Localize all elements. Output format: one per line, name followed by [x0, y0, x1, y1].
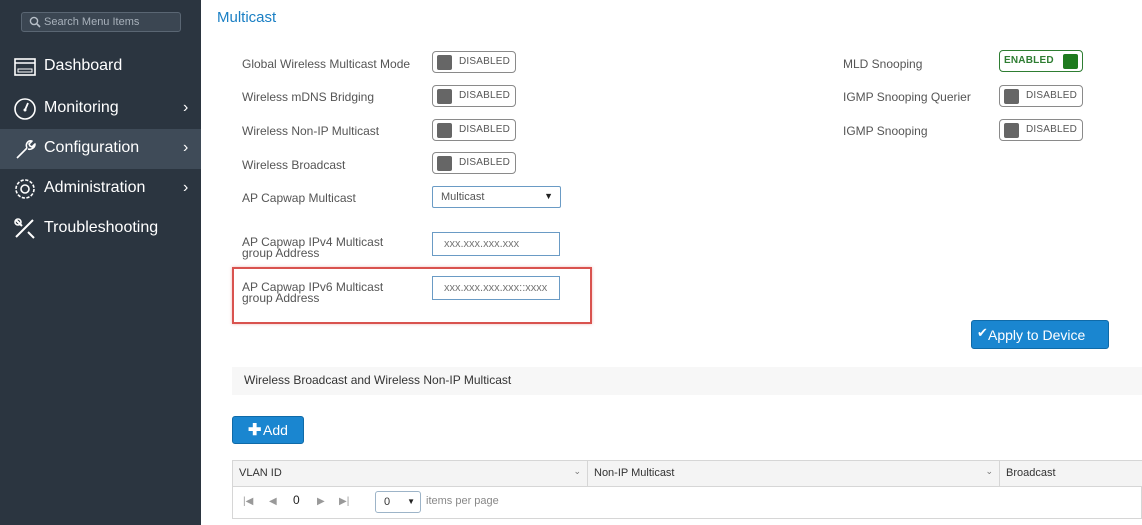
chevron-right-icon: › [183, 99, 189, 116]
column-title: Non-IP Multicast [594, 467, 675, 479]
current-page: 0 [293, 493, 300, 507]
section-header: Wireless Broadcast and Wireless Non-IP M… [232, 367, 1142, 395]
tools-icon [14, 218, 35, 239]
ap-capwap-multicast-select[interactable]: Multicast ▼ [432, 186, 561, 208]
label-line: group Address [242, 291, 320, 305]
button-label: Add [263, 422, 288, 438]
sort-chevron-icon: ⌄ [985, 466, 993, 476]
toggle-state: DISABLED [459, 90, 511, 101]
toggle-state: DISABLED [1026, 124, 1078, 135]
add-button[interactable]: ✚ Add [232, 416, 304, 444]
toggle-state: DISABLED [1026, 90, 1078, 101]
global-multicast-mode-label: Global Wireless Multicast Mode [242, 57, 411, 71]
wrench-icon [16, 140, 36, 159]
toggle-knob [1063, 54, 1078, 69]
section-title: Wireless Broadcast and Wireless Non-IP M… [244, 373, 512, 387]
label-line: group Address [242, 246, 320, 260]
gear-icon [15, 179, 35, 199]
column-header-non-ip-multicast[interactable]: Non-IP Multicast ⌄ [588, 461, 1000, 487]
table-header: VLAN ID ⌄ Non-IP Multicast ⌄ Broadcast [233, 461, 1142, 487]
ap-capwap-multicast-label: AP Capwap Multicast [242, 191, 356, 205]
ipv6-group-address-label: AP Capwap IPv6 Multicast group Address [242, 281, 383, 305]
toggle-state: DISABLED [459, 124, 511, 135]
search-menu-input[interactable] [44, 14, 176, 30]
first-page-icon[interactable]: |◀ [243, 496, 253, 507]
toggle-state: DISABLED [459, 157, 511, 168]
wireless-broadcast-label: Wireless Broadcast [242, 158, 346, 172]
column-header-vlan-id[interactable]: VLAN ID ⌄ [233, 461, 588, 487]
sidebar-item-monitoring[interactable]: Monitoring › [0, 89, 201, 129]
global-multicast-mode-toggle[interactable]: DISABLED [432, 51, 516, 73]
column-title: VLAN ID [239, 467, 282, 479]
search-icon [29, 16, 41, 28]
sidebar-item-configuration[interactable]: Configuration › [0, 129, 201, 169]
dropdown-arrow-icon: ▼ [407, 497, 415, 506]
page-title: Multicast [217, 9, 277, 26]
button-label: Apply to Device [988, 327, 1086, 343]
dashboard-icon [14, 58, 36, 76]
sidebar-item-label: Administration [44, 179, 146, 196]
igmp-snooping-querier-toggle[interactable]: DISABLED [999, 85, 1083, 107]
prev-page-icon[interactable]: ◀ [269, 496, 277, 507]
toggle-knob [1004, 89, 1019, 104]
mld-snooping-toggle[interactable]: ENABLED [999, 50, 1083, 72]
toggle-knob [437, 55, 452, 70]
toggle-state: ENABLED [1004, 55, 1054, 66]
mld-snooping-label: MLD Snooping [843, 57, 923, 71]
mdns-bridging-toggle[interactable]: DISABLED [432, 85, 516, 107]
toggle-knob [437, 156, 452, 171]
igmp-snooping-label: IGMP Snooping [843, 124, 928, 138]
chevron-right-icon: › [183, 139, 189, 156]
mdns-bridging-label: Wireless mDNS Bridging [242, 90, 375, 104]
sidebar-item-troubleshooting[interactable]: Troubleshooting [0, 209, 201, 249]
sort-chevron-icon: ⌄ [573, 466, 581, 476]
column-title: Broadcast [1006, 467, 1056, 479]
toggle-state: DISABLED [459, 56, 511, 67]
non-ip-multicast-toggle[interactable]: DISABLED [432, 119, 516, 141]
igmp-snooping-querier-label: IGMP Snooping Querier [843, 90, 971, 104]
select-value: Multicast [441, 191, 485, 203]
apply-to-device-button[interactable]: ✔ Apply to Device [971, 320, 1109, 349]
sidebar-item-label: Configuration [44, 139, 140, 156]
sidebar-item-label: Monitoring [44, 99, 119, 116]
next-page-icon[interactable]: ▶ [317, 496, 325, 507]
toggle-knob [437, 123, 452, 138]
dropdown-arrow-icon: ▼ [544, 191, 553, 201]
vlan-table: VLAN ID ⌄ Non-IP Multicast ⌄ Broadcast |… [232, 460, 1142, 519]
ipv4-group-address-input[interactable] [432, 232, 560, 256]
check-icon: ✔ [977, 325, 988, 340]
plus-icon: ✚ [248, 422, 262, 439]
page-size-select[interactable]: 0 ▼ [375, 491, 421, 513]
last-page-icon[interactable]: ▶| [339, 496, 349, 507]
toggle-knob [437, 89, 452, 104]
sidebar: Dashboard Monitoring › Configuration › A… [0, 0, 201, 525]
igmp-snooping-toggle[interactable]: DISABLED [999, 119, 1083, 141]
sidebar-item-label: Troubleshooting [44, 219, 159, 236]
chevron-right-icon: › [183, 179, 189, 196]
ipv4-group-address-label: AP Capwap IPv4 Multicast group Address [242, 236, 383, 260]
column-header-broadcast[interactable]: Broadcast [1000, 461, 1142, 487]
sidebar-item-administration[interactable]: Administration › [0, 169, 201, 209]
pager: |◀ ◀ 0 ▶ ▶| 0 ▼ items per page [233, 488, 1142, 518]
search-menu-box[interactable] [21, 12, 181, 32]
ipv6-group-address-input[interactable] [432, 276, 560, 300]
gauge-icon [14, 98, 36, 120]
non-ip-multicast-label: Wireless Non-IP Multicast [242, 124, 380, 138]
sidebar-item-dashboard[interactable]: Dashboard [0, 47, 201, 87]
items-per-page-label: items per page [426, 495, 499, 507]
wireless-broadcast-toggle[interactable]: DISABLED [432, 152, 516, 174]
page-size-value: 0 [384, 496, 391, 508]
toggle-knob [1004, 123, 1019, 138]
sidebar-item-label: Dashboard [44, 57, 123, 74]
